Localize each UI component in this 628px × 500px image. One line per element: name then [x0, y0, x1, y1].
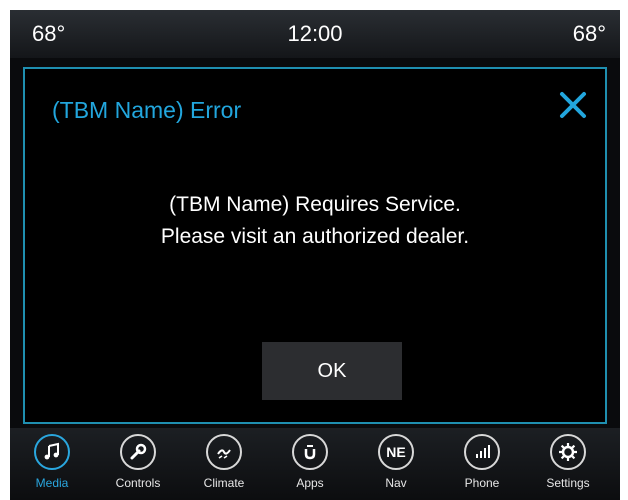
status-bar: 68° 12:00 68°: [10, 10, 620, 58]
nav-label-apps: Apps: [296, 476, 324, 490]
clock: 12:00: [287, 21, 343, 46]
nav-label-controls: Controls: [115, 476, 161, 490]
nav-media[interactable]: Media: [16, 428, 88, 500]
compass-heading: NE: [386, 444, 406, 460]
nav-label-climate: Climate: [203, 476, 245, 490]
dialog-message-line1: (TBM Name) Requires Service.: [169, 193, 461, 216]
nav-settings[interactable]: Settings: [532, 428, 604, 500]
music-note-icon: [34, 434, 70, 470]
gear-icon: [550, 434, 586, 470]
infotainment-screen: 68° 12:00 68° (TBM Name) Error (TBM Name…: [10, 10, 620, 500]
nav-label-phone: Phone: [464, 476, 500, 490]
nav-controls[interactable]: Controls: [102, 428, 174, 500]
bottom-nav-bar: Media Controls Climate Apps NE Nav Phone…: [10, 428, 620, 500]
nav-label-media: Media: [35, 476, 69, 490]
nav-phone[interactable]: Phone: [446, 428, 518, 500]
wrench-icon: [120, 434, 156, 470]
nav-label-nav: Nav: [385, 476, 407, 490]
apps-icon: [292, 434, 328, 470]
nav-climate[interactable]: Climate: [188, 428, 260, 500]
dialog-message-line2: Please visit an authorized dealer.: [160, 225, 470, 248]
close-icon[interactable]: [555, 87, 591, 123]
nav-label-settings: Settings: [546, 476, 590, 490]
passenger-temperature[interactable]: 68°: [573, 21, 606, 47]
error-dialog: (TBM Name) Error (TBM Name) Requires Ser…: [23, 67, 607, 424]
dialog-title: (TBM Name) Error: [52, 97, 242, 123]
ok-button[interactable]: OK: [262, 342, 402, 400]
nav-apps[interactable]: Apps: [274, 428, 346, 500]
compass-icon: NE: [378, 434, 414, 470]
nav-nav[interactable]: NE Nav: [360, 428, 432, 500]
phone-signal-icon: [464, 434, 500, 470]
climate-icon: [206, 434, 242, 470]
